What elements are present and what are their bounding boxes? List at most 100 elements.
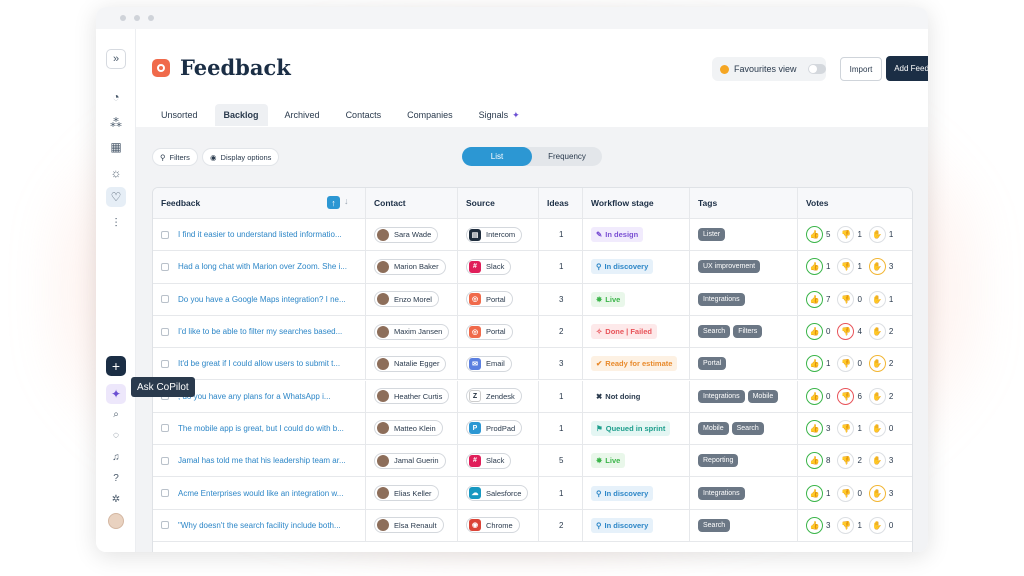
thumbs-up-icon[interactable]: 👍 [806,258,823,276]
feedback-cell[interactable]: Do you have a Google Maps integration? I… [153,283,366,315]
hand-icon[interactable]: ✋ [868,419,886,437]
contact-pill[interactable]: Jamal Guerin [374,452,446,469]
thumbs-down-icon[interactable]: 👎 [837,355,855,373]
thumbs-up-icon[interactable]: 👍 [806,387,823,405]
feedback-text[interactable]: Acme Enterprises would like an integrati… [178,489,343,498]
roadmap-icon[interactable]: ⫶ [106,213,126,233]
user-avatar[interactable] [108,513,124,529]
stage-badge[interactable]: ✖ Not doing [591,388,646,404]
tag[interactable]: Search [698,518,731,532]
column-header-source[interactable]: Source [458,188,539,218]
feedback-text[interactable]: , do you have any plans for a WhatsApp i… [178,392,331,401]
hand-icon[interactable]: ✋ [868,258,886,276]
row-checkbox[interactable] [161,456,169,465]
bell-icon[interactable]: ♫ [106,447,126,467]
contact-pill[interactable]: Enzo Morel [374,291,439,308]
thumbs-up-icon[interactable]: 👍 [806,452,823,470]
favourites-view-toggle[interactable]: Favourites view [712,57,826,81]
feedback-text[interactable]: "Why doesn't the search facility include… [178,521,341,530]
tag[interactable]: Portal [698,357,727,371]
table-row[interactable]: Acme Enterprises would like an integrati… [153,477,912,510]
source-pill[interactable]: ▤ Intercom [466,226,523,243]
tag[interactable]: Filters [733,325,763,339]
feedback-cell[interactable]: Had a long chat with Marion over Zoom. S… [153,251,366,283]
feedback-text[interactable]: The mobile app is great, but I could do … [178,424,344,433]
contact-pill[interactable]: Heather Curtis [374,388,450,405]
sort-descending-icon[interactable]: ↓ [344,196,349,206]
tag[interactable]: Lister [698,228,726,242]
add-feedback-button[interactable]: Add Feedback [886,56,928,81]
tag[interactable]: Integrations [698,292,745,306]
tab-contacts[interactable]: Contacts [337,104,391,126]
hand-icon[interactable]: ✋ [868,290,886,308]
hand-icon[interactable]: ✋ [868,355,886,373]
tab-archived[interactable]: Archived [276,104,329,126]
column-header-tags[interactable]: Tags [690,188,798,218]
row-checkbox[interactable] [161,521,169,530]
add-icon[interactable]: + [106,356,126,376]
hand-icon[interactable]: ✋ [868,387,886,405]
contact-pill[interactable]: Maxim Jansen [374,323,450,340]
thumbs-down-icon[interactable]: 👎 [837,323,855,341]
thumbs-down-icon[interactable]: 👎 [837,516,855,534]
tag[interactable]: Integrations [698,389,745,403]
copilot-icon[interactable]: ✦ [106,384,126,404]
table-row[interactable]: Jamal has told me that his leadership te… [153,445,912,478]
contact-pill[interactable]: Natalie Egger [374,355,447,372]
column-header-votes[interactable]: Votes [798,188,912,218]
source-pill[interactable]: ◎ Portal [466,323,513,340]
search-icon[interactable]: ⌕ [106,404,126,424]
feedback-text[interactable]: I'd like to be able to filter my searche… [178,327,342,336]
hand-icon[interactable]: ✋ [868,452,886,470]
stage-badge[interactable]: ✸ Live [591,291,626,307]
thumbs-down-icon[interactable]: 👎 [837,290,855,308]
thumbs-up-icon[interactable]: 👍 [806,419,823,437]
help-icon[interactable]: ? [106,468,126,488]
tab-backlog[interactable]: Backlog [214,104,268,126]
source-pill[interactable]: # Slack [466,452,512,469]
contact-pill[interactable]: Marion Baker [374,258,446,275]
thumbs-up-icon[interactable]: 👍 [806,355,823,373]
integrations-icon[interactable]: ⁂ [106,113,126,133]
tab-companies[interactable]: Companies [398,104,462,126]
stage-badge[interactable]: ✸ Live [591,453,626,469]
source-pill[interactable]: P ProdPad [466,420,523,437]
thumbs-down-icon[interactable]: 👎 [837,226,855,244]
tab-unsorted[interactable]: Unsorted [152,104,207,126]
tag[interactable]: Reporting [698,454,739,468]
hand-icon[interactable]: ✋ [868,323,886,341]
table-row[interactable]: Do you have a Google Maps integration? I… [153,283,912,316]
thumbs-down-icon[interactable]: 👎 [837,452,855,470]
row-checkbox[interactable] [161,295,169,304]
feedback-cell[interactable]: Jamal has told me that his leadership te… [153,445,366,477]
tag[interactable]: Mobile [698,421,729,435]
feedback-cell[interactable]: I find it easier to understand listed in… [153,219,366,251]
settings-icon[interactable]: ✲ [106,489,126,509]
grid-icon[interactable]: ▦ [106,137,126,157]
feedback-cell[interactable]: It'd be great if I could allow users to … [153,348,366,380]
row-checkbox[interactable] [161,489,169,498]
feedback-cell[interactable]: Acme Enterprises would like an integrati… [153,477,366,509]
stage-badge[interactable]: ✧ Done | Failed [591,324,657,340]
thumbs-up-icon[interactable]: 👍 [806,484,823,502]
chat-icon[interactable]: ◌ [106,425,126,445]
thumbs-up-icon[interactable]: 👍 [806,323,823,341]
tab-signals[interactable]: Signals ✦ [470,104,529,126]
contact-pill[interactable]: Elsa Renault [374,517,444,534]
hand-icon[interactable]: ✋ [868,516,886,534]
source-pill[interactable]: ◉ Chrome [466,517,520,534]
column-header-workflow-stage[interactable]: Workflow stage [583,188,690,218]
hand-icon[interactable]: ✋ [868,226,886,244]
row-checkbox[interactable] [161,230,169,239]
source-pill[interactable]: ✉ Email [466,355,512,372]
display-options-button[interactable]: ◉ Display options [202,148,280,166]
source-pill[interactable]: Z Zendesk [466,388,522,405]
thumbs-up-icon[interactable]: 👍 [806,226,823,244]
view-frequency-button[interactable]: Frequency [532,147,602,166]
row-checkbox[interactable] [161,262,169,271]
table-row[interactable]: I find it easier to understand listed in… [153,219,912,252]
stage-badge[interactable]: ✎ In design [591,227,644,243]
thumbs-up-icon[interactable]: 👍 [806,290,823,308]
row-checkbox[interactable] [161,359,169,368]
filters-button[interactable]: ⚲ Filters [152,148,198,166]
